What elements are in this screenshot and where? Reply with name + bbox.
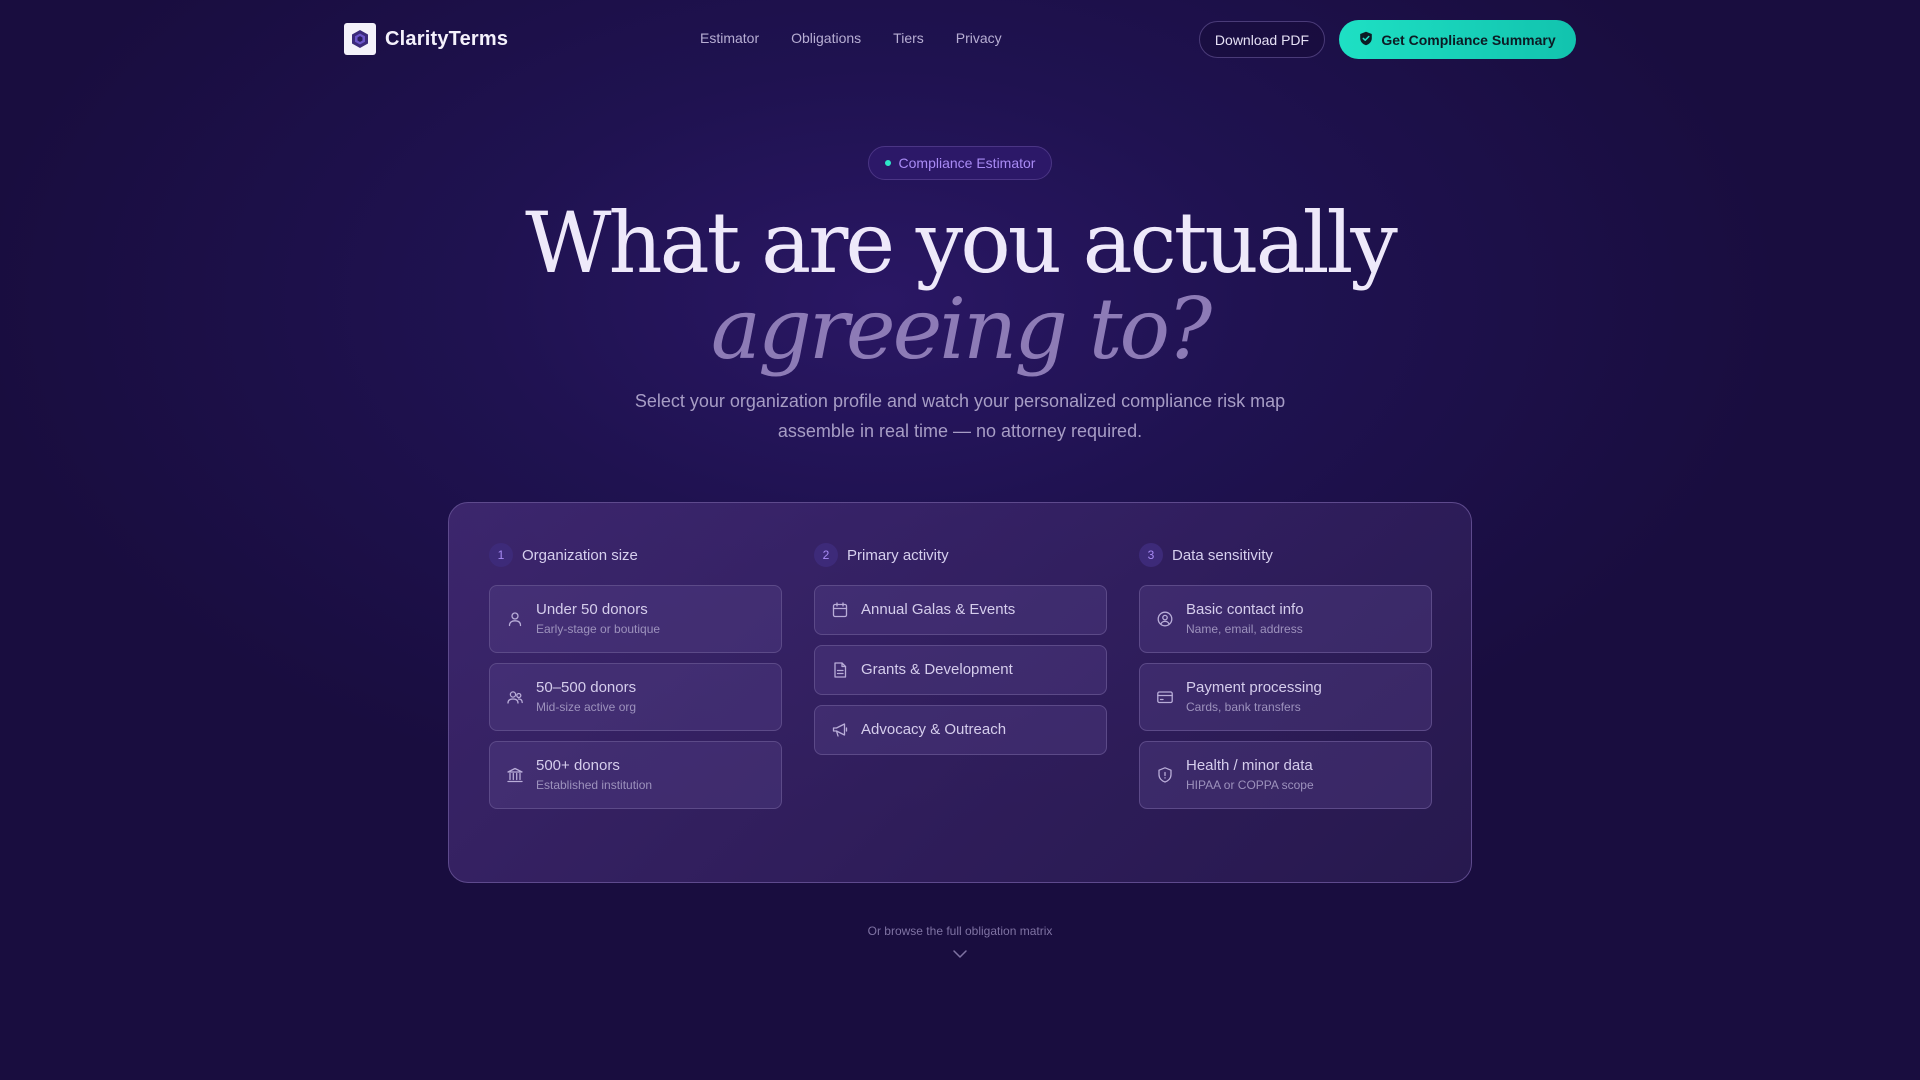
top-nav: ClarityTerms Estimator Obligations Tiers… — [0, 0, 1920, 80]
option-500-plus-donors[interactable]: 500+ donors Established institution — [489, 741, 782, 809]
calendar-icon — [831, 601, 849, 619]
nav-link-obligations[interactable]: Obligations — [791, 30, 861, 46]
download-pdf-button[interactable]: Download PDF — [1199, 21, 1325, 58]
megaphone-icon — [831, 721, 849, 739]
brand[interactable]: ClarityTerms — [344, 23, 508, 55]
chevron-down-icon[interactable] — [952, 947, 968, 966]
brand-name: ClarityTerms — [385, 27, 509, 50]
option-title: Payment processing — [1186, 679, 1322, 696]
option-title: 50–500 donors — [536, 679, 637, 696]
option-50-500-donors[interactable]: 50–500 donors Mid-size active org — [489, 663, 782, 731]
document-icon — [831, 661, 849, 679]
option-title: Basic contact info — [1186, 601, 1304, 618]
option-advocacy-outreach[interactable]: Advocacy & Outreach — [814, 705, 1107, 755]
estimator-panel: 1 Organization size Under 50 donors Earl… — [448, 502, 1472, 883]
primary-button-label: Get Compliance Summary — [1381, 31, 1556, 48]
hero-subtitle: Select your organization profile and wat… — [634, 391, 1286, 441]
column-title: Primary activity — [847, 546, 949, 564]
option-basic-contact-info[interactable]: Basic contact info Name, email, address — [1139, 585, 1432, 653]
option-text: 500+ donors Established institution — [536, 756, 652, 794]
step-number: 2 — [814, 543, 838, 567]
nav-link-privacy[interactable]: Privacy — [956, 30, 1002, 46]
nav-link-estimator[interactable]: Estimator — [700, 30, 759, 46]
headline-line-1: What are you actually — [525, 194, 1398, 292]
step-number: 3 — [1139, 543, 1163, 567]
column-primary-activity: 2 Primary activity Annual Galas & Events… — [814, 543, 1107, 765]
get-compliance-summary-button[interactable]: Get Compliance Summary — [1339, 20, 1576, 59]
step-number: 1 — [489, 543, 513, 567]
option-text: Health / minor data HIPAA or COPPA scope — [1186, 756, 1314, 794]
shield-icon — [1156, 766, 1174, 784]
option-subtitle: Established institution — [536, 778, 653, 792]
option-subtitle: Mid-size active org — [536, 700, 637, 714]
option-title: Grants & Development — [861, 661, 1013, 678]
option-title: 500+ donors — [536, 757, 620, 774]
badge-label: Compliance Estimator — [898, 155, 1036, 171]
section-badge: Compliance Estimator — [868, 146, 1052, 180]
shield-check-icon — [1359, 31, 1373, 49]
option-text: Under 50 donors Early-stage or boutique — [536, 600, 660, 638]
column-header: 1 Organization size — [489, 543, 782, 567]
option-subtitle: HIPAA or COPPA scope — [1186, 778, 1314, 792]
option-text: Basic contact info Name, email, address — [1186, 600, 1304, 638]
option-subtitle: Cards, bank transfers — [1186, 700, 1301, 714]
browse-matrix-link[interactable]: Or browse the full obligation matrix — [0, 924, 1920, 938]
option-title: Under 50 donors — [536, 601, 648, 618]
status-dot-icon — [884, 160, 891, 166]
column-data-sensitivity: 3 Data sensitivity Basic contact info Na… — [1139, 543, 1432, 819]
option-payment-processing[interactable]: Payment processing Cards, bank transfers — [1139, 663, 1432, 731]
option-title: Annual Galas & Events — [861, 601, 1016, 618]
headline-line-2: agreeing to? — [710, 280, 1212, 378]
column-header: 2 Primary activity — [814, 543, 1107, 567]
people-icon — [506, 688, 524, 706]
option-health-minor-data[interactable]: Health / minor data HIPAA or COPPA scope — [1139, 741, 1432, 809]
nav-link-tiers[interactable]: Tiers — [893, 30, 924, 46]
option-title: Health / minor data — [1186, 757, 1313, 774]
option-grants-development[interactable]: Grants & Development — [814, 645, 1107, 695]
option-subtitle: Name, email, address — [1186, 622, 1303, 636]
hexagon-shield-icon — [344, 23, 376, 55]
option-annual-galas-events[interactable]: Annual Galas & Events — [814, 585, 1107, 635]
credit-card-icon — [1156, 688, 1174, 706]
person-icon — [506, 610, 524, 628]
column-title: Organization size — [522, 546, 638, 564]
option-text: Payment processing Cards, bank transfers — [1186, 678, 1322, 716]
column-header: 3 Data sensitivity — [1139, 543, 1432, 567]
nav-links: Estimator Obligations Tiers Privacy — [700, 30, 1002, 46]
column-organization-size: 1 Organization size Under 50 donors Earl… — [489, 543, 782, 819]
option-under-50-donors[interactable]: Under 50 donors Early-stage or boutique — [489, 585, 782, 653]
option-subtitle: Early-stage or boutique — [536, 622, 661, 636]
option-text: 50–500 donors Mid-size active org — [536, 678, 636, 716]
column-title: Data sensitivity — [1172, 546, 1273, 564]
institution-icon — [506, 766, 524, 784]
option-title: Advocacy & Outreach — [861, 721, 1007, 738]
user-circle-icon — [1156, 610, 1174, 628]
